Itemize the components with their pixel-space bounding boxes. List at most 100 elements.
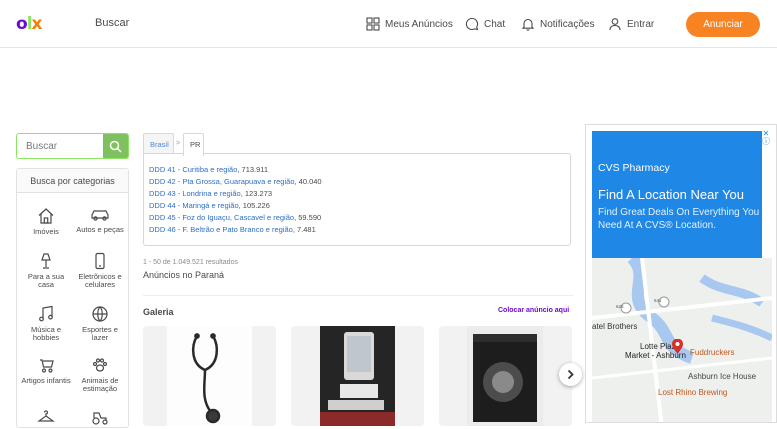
category-autos[interactable]: Autos e peças — [75, 207, 125, 234]
ddd-link[interactable]: DDD 42 - Pta Grossa, Guarapuava e região — [149, 177, 295, 186]
ddd-link[interactable]: DDD 43 - Londrina e região — [149, 189, 241, 198]
category-infantis[interactable]: Artigos infantis — [21, 356, 71, 385]
breadcrumb-pr[interactable]: PR — [183, 133, 204, 156]
lamp-icon — [41, 253, 51, 269]
ad-map: 641 625 atel Brothers Lotte Plaza Market… — [591, 253, 774, 422]
ddd-count: , 7.481 — [292, 225, 316, 234]
nav-meus-anuncios[interactable]: Meus Anúncios — [366, 14, 453, 34]
ad-headline: Find A Location Near You — [598, 187, 745, 202]
grid-icon — [366, 17, 380, 31]
ads-title: Anúncios no Paraná — [143, 270, 225, 280]
ddd-item: DDD 43 - Londrina e região, 123.273 — [149, 189, 272, 198]
bell-icon — [521, 18, 535, 31]
categories-panel: Busca por categorias Imóveis Autos e peç… — [16, 168, 129, 428]
boxed-device-image — [467, 326, 543, 426]
stethoscope-image — [167, 326, 252, 426]
paw-icon — [92, 358, 108, 372]
category-label: Para a sua casa — [27, 272, 65, 289]
results-count: 1 - 50 de 1.049.521 resultados — [143, 259, 238, 266]
phone-icon — [95, 252, 105, 270]
header-search-link[interactable]: Buscar — [95, 17, 129, 29]
logo-letter-x: x — [31, 14, 43, 34]
category-eletronicos[interactable]: Eletrônicos e celulares — [75, 252, 125, 289]
categories-title: Busca por categorias — [17, 169, 128, 193]
category-imoveis[interactable]: Imóveis — [21, 207, 71, 236]
category-label: Esportes e lazer — [82, 325, 118, 342]
nav-notificacoes[interactable]: Notificações — [521, 14, 594, 34]
stroller-icon — [40, 359, 54, 373]
category-musica[interactable]: Música e hobbies — [21, 305, 71, 342]
ddd-count: , 105.226 — [238, 201, 270, 210]
category-animais[interactable]: Animais de estimação — [75, 356, 125, 393]
nav-label: Notificações — [540, 18, 595, 30]
gallery-card[interactable] — [291, 326, 424, 426]
map-pin-icon — [672, 339, 683, 354]
divider — [143, 295, 573, 296]
logo-letter-o: o — [16, 14, 28, 34]
category-label: Autos e peças — [76, 225, 124, 234]
route-number: 625 — [616, 304, 624, 309]
anunciar-button[interactable]: Anunciar — [686, 12, 760, 37]
category-label: Eletrônicos e celulares — [78, 272, 122, 289]
category-label: Animais de estimação — [81, 376, 119, 393]
search-input[interactable] — [17, 134, 103, 158]
category-agro[interactable] — [75, 408, 125, 429]
olx-logo[interactable]: olx — [16, 14, 43, 34]
ddd-count: , 59.590 — [294, 213, 322, 222]
gallery-card[interactable] — [143, 326, 276, 426]
category-esportes[interactable]: Esportes e lazer — [75, 305, 125, 342]
gallery-next-button[interactable] — [559, 363, 582, 386]
map-label: Fuddruckers — [690, 348, 735, 357]
nav-label: Meus Anúncios — [385, 18, 453, 30]
nav-label: Entrar — [627, 18, 655, 30]
category-moda[interactable] — [21, 408, 71, 429]
ad-info-icon[interactable]: ⓘ — [761, 137, 771, 147]
ad-subtext: Find Great Deals On Everything You Need … — [598, 207, 760, 231]
map-label: Ashburn Ice House — [688, 372, 757, 381]
ddd-item: DDD 44 - Maringá e região, 105.226 — [149, 201, 270, 210]
nav-chat[interactable]: Chat — [465, 14, 505, 34]
music-icon — [39, 305, 53, 322]
route-number: 641 — [654, 298, 662, 303]
category-label: Imóveis — [33, 227, 59, 236]
ddd-region-list: DDD 41 - Curitiba e região, 713.911 DDD … — [143, 153, 571, 246]
category-casa[interactable]: Para a sua casa — [21, 252, 71, 289]
gallery-place-ad-link[interactable]: Colocar anúncio aqui — [498, 307, 569, 314]
sidebar-search — [16, 133, 129, 159]
nav-entrar[interactable]: Entrar — [608, 14, 654, 34]
ad-header: CVS Pharmacy Find A Location Near You Fi… — [592, 131, 762, 258]
ddd-link[interactable]: DDD 46 - F. Beltrão e Pato Branco e regi… — [149, 225, 293, 234]
ddd-link[interactable]: DDD 45 - Foz do Iguaçu, Cascavel e regiã… — [149, 213, 294, 222]
category-label: Música e hobbies — [30, 325, 61, 342]
top-header: olx Buscar Meus Anúncios Chat Notificaçõ… — [0, 0, 777, 48]
gallery-card[interactable] — [439, 326, 572, 426]
user-icon — [609, 18, 621, 31]
ddd-item: DDD 45 - Foz do Iguaçu, Cascavel e regiã… — [149, 213, 321, 222]
search-button[interactable] — [103, 134, 128, 158]
hanger-icon — [37, 410, 55, 422]
chevron-right-icon — [567, 369, 574, 380]
chat-icon — [465, 17, 479, 31]
ddd-item: DDD 41 - Curitiba e região, 713.911 — [149, 165, 268, 174]
ddd-item: DDD 46 - F. Beltrão e Pato Branco e regi… — [149, 225, 316, 234]
ddd-count: , 123.273 — [240, 189, 272, 198]
ddd-count: , 713.911 — [237, 165, 269, 174]
ddd-item: DDD 42 - Pta Grossa, Guarapuava e região… — [149, 177, 322, 186]
map-label: Lost Rhino Brewing — [658, 388, 728, 397]
car-icon — [91, 210, 109, 221]
search-icon — [109, 140, 122, 153]
tablet-display-image — [320, 326, 395, 426]
ddd-count: , 40.040 — [294, 177, 322, 186]
ddd-link[interactable]: DDD 44 - Maringá e região — [149, 201, 239, 210]
ad-banner[interactable]: CVS Pharmacy Find A Location Near You Fi… — [585, 124, 777, 423]
map-label: atel Brothers — [592, 322, 638, 331]
ad-brand: CVS Pharmacy — [598, 162, 670, 174]
ddd-link[interactable]: DDD 41 - Curitiba e região — [149, 165, 237, 174]
breadcrumb-brasil[interactable]: Brasil — [143, 133, 174, 155]
tractor-icon — [92, 412, 108, 425]
house-icon — [38, 208, 54, 224]
category-label: Artigos infantis — [21, 376, 71, 385]
nav-label: Chat — [484, 18, 506, 30]
breadcrumb-separator: > — [176, 140, 181, 147]
gallery-title: Galeria — [143, 307, 174, 317]
